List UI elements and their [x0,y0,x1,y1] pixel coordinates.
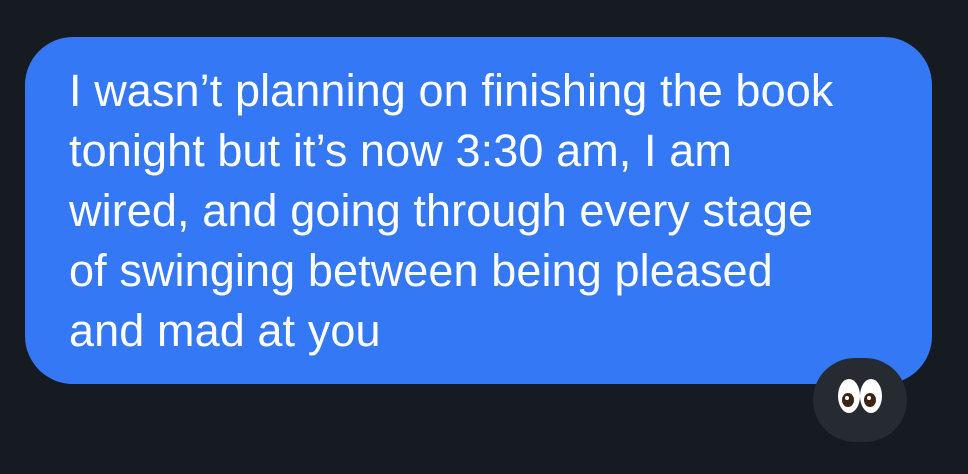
conversation-view: I wasn’t planning on finishing the book … [0,0,968,474]
message-text: I wasn’t planning on finishing the book … [69,65,834,356]
left-eye [838,379,860,413]
reaction-badge[interactable] [813,358,907,442]
message-bubble[interactable]: I wasn’t planning on finishing the book … [25,37,932,384]
right-eye [860,379,882,413]
